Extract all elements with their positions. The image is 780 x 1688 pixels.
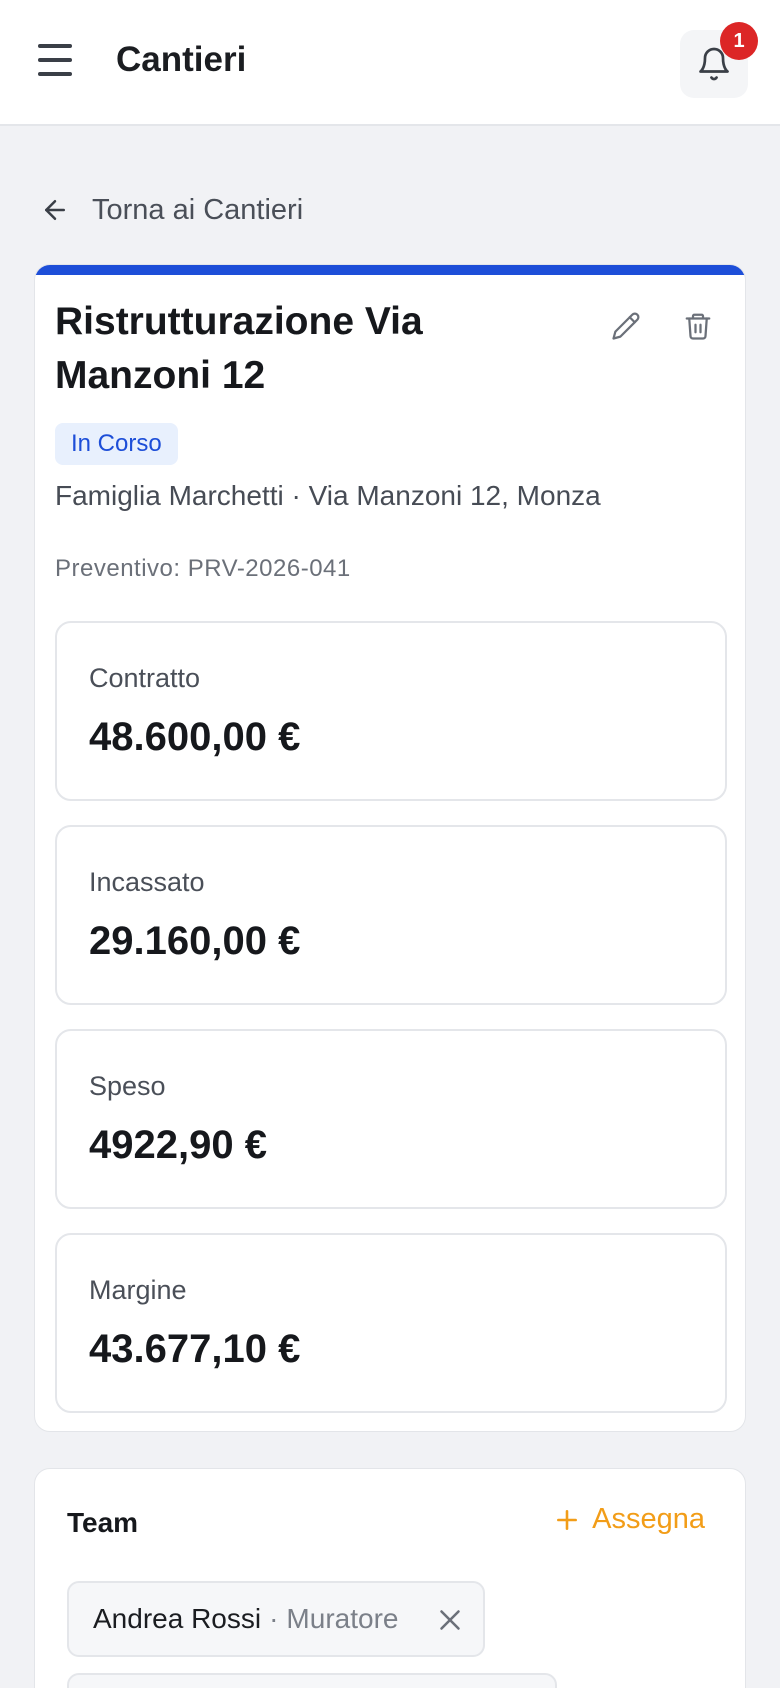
stat-value: 43.677,10 € (89, 1327, 301, 1371)
team-member-chip (67, 1673, 557, 1688)
plus-icon (557, 1509, 578, 1530)
trash-icon (685, 313, 711, 340)
assign-button-label: Assegna (592, 1503, 705, 1535)
team-card: Team Assegna Andrea Rossi · Muratore (34, 1468, 746, 1688)
edit-button[interactable] (603, 303, 649, 349)
team-member-chip: Andrea Rossi · Muratore (67, 1581, 485, 1657)
notification-badge: 1 (720, 22, 758, 60)
stat-card-contract: Contratto 48.600,00 € (55, 621, 727, 801)
stat-label: Incassato (89, 867, 205, 897)
member-name: Andrea Rossi (93, 1603, 262, 1634)
close-icon (440, 1610, 460, 1630)
stat-value: 29.160,00 € (89, 919, 301, 963)
card-accent-bar (35, 265, 745, 275)
site-detail-card: Ristrutturazione Via Manzoni 12 In Corso… (34, 264, 746, 1432)
stat-card-collected: Incassato 29.160,00 € (55, 825, 727, 1005)
quote-reference: Preventivo: PRV-2026-041 (55, 555, 351, 582)
page-title: Cantieri (116, 40, 247, 79)
stat-label: Speso (89, 1071, 166, 1101)
team-title: Team (67, 1507, 139, 1538)
site-title: Ristrutturazione Via Manzoni 12 (55, 300, 423, 397)
stat-label: Contratto (89, 663, 201, 693)
stat-value: 4922,90 € (89, 1123, 267, 1167)
status-badge: In Corso (55, 423, 178, 465)
stat-card-spent: Speso 4922,90 € (55, 1029, 727, 1209)
back-link[interactable]: Torna ai Cantieri (40, 190, 303, 230)
delete-button[interactable] (675, 303, 721, 349)
pencil-icon (612, 312, 640, 340)
client-address: Famiglia Marchetti · Via Manzoni 12, Mon… (55, 480, 601, 511)
assign-button[interactable]: Assegna (554, 1503, 705, 1536)
top-bar: Cantieri 1 (0, 0, 780, 126)
stat-label: Margine (89, 1275, 187, 1305)
arrow-left-icon (45, 200, 65, 220)
menu-icon[interactable] (38, 44, 78, 80)
member-role: Muratore (286, 1603, 399, 1634)
back-link-label: Torna ai Cantieri (92, 193, 304, 226)
remove-member-button[interactable] (433, 1603, 467, 1637)
member-separator: · (269, 1603, 279, 1634)
stat-value: 48.600,00 € (89, 715, 301, 759)
stat-card-margin: Margine 43.677,10 € (55, 1233, 727, 1413)
